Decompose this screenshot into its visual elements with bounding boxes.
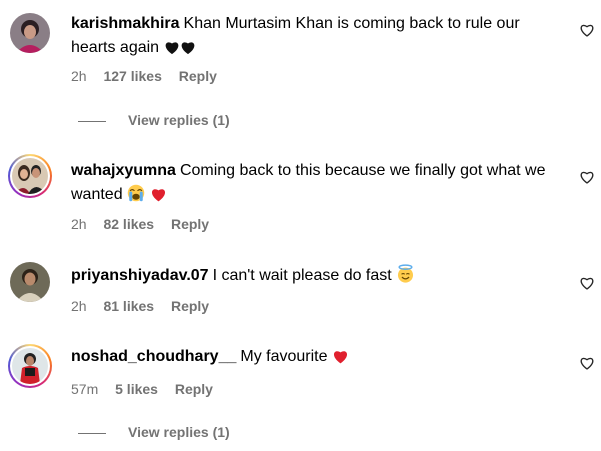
view-replies-button[interactable]: View replies (1)	[78, 111, 230, 129]
comment-time: 57m	[71, 381, 99, 397]
black-heart-icon	[164, 39, 180, 63]
red-heart-icon	[150, 186, 167, 210]
comment-time: 2h	[71, 216, 87, 232]
view-replies-label: View replies (1)	[128, 112, 230, 128]
comment-time: 2h	[71, 68, 87, 84]
avatar[interactable]	[10, 13, 50, 53]
comment-likes[interactable]: 82 likes	[103, 216, 154, 232]
avatar[interactable]	[10, 262, 50, 302]
avatar[interactable]	[8, 344, 52, 388]
avatar-image	[10, 346, 50, 386]
replies-divider-line	[78, 432, 106, 434]
like-heart-icon[interactable]	[579, 22, 595, 38]
comment-username[interactable]: wahajxyumna	[71, 162, 176, 179]
like-heart-icon[interactable]	[579, 355, 595, 371]
black-heart-icon	[180, 39, 196, 63]
comment-meta: 2h 127 likes Reply	[71, 67, 230, 85]
comment-username[interactable]: noshad_choudhary__	[71, 348, 236, 365]
like-heart-icon[interactable]	[579, 275, 595, 291]
crying-face-icon	[127, 184, 145, 210]
comment-meta: 2h 81 likes Reply	[71, 297, 222, 315]
red-heart-icon	[332, 348, 349, 372]
view-replies-button[interactable]: View replies (1)	[78, 423, 230, 441]
comment-body: My favourite	[240, 348, 328, 365]
comment-meta: 57m 5 likes Reply	[71, 380, 226, 398]
comment-likes[interactable]: 5 likes	[115, 381, 158, 397]
comment-body: I can't wait please do fast	[212, 267, 392, 284]
reply-button[interactable]: Reply	[171, 216, 209, 232]
comment-likes[interactable]: 127 likes	[103, 68, 161, 84]
comment-text: noshad_choudhary__ My favourite	[71, 345, 561, 372]
avatar[interactable]	[8, 154, 52, 198]
avatar-image	[10, 156, 50, 196]
like-heart-icon[interactable]	[579, 169, 595, 185]
reply-button[interactable]: Reply	[171, 298, 209, 314]
view-replies-label: View replies (1)	[128, 424, 230, 440]
comment-username[interactable]: karishmakhira	[71, 15, 180, 32]
halo-face-icon	[396, 264, 415, 291]
reply-button[interactable]: Reply	[175, 381, 213, 397]
reply-button[interactable]: Reply	[179, 68, 217, 84]
comment-likes[interactable]: 81 likes	[103, 298, 154, 314]
comment-text: wahajxyumna Coming back to this because w…	[71, 159, 561, 210]
comment-text: priyanshiyadav.07 I can't wait please do …	[71, 264, 561, 291]
comment-meta: 2h 82 likes Reply	[71, 215, 222, 233]
replies-divider-line	[78, 120, 106, 122]
comment-time: 2h	[71, 298, 87, 314]
comment-username[interactable]: priyanshiyadav.07	[71, 267, 209, 284]
comment-text: karishmakhira Khan Murtasim Khan is comin…	[71, 12, 561, 63]
